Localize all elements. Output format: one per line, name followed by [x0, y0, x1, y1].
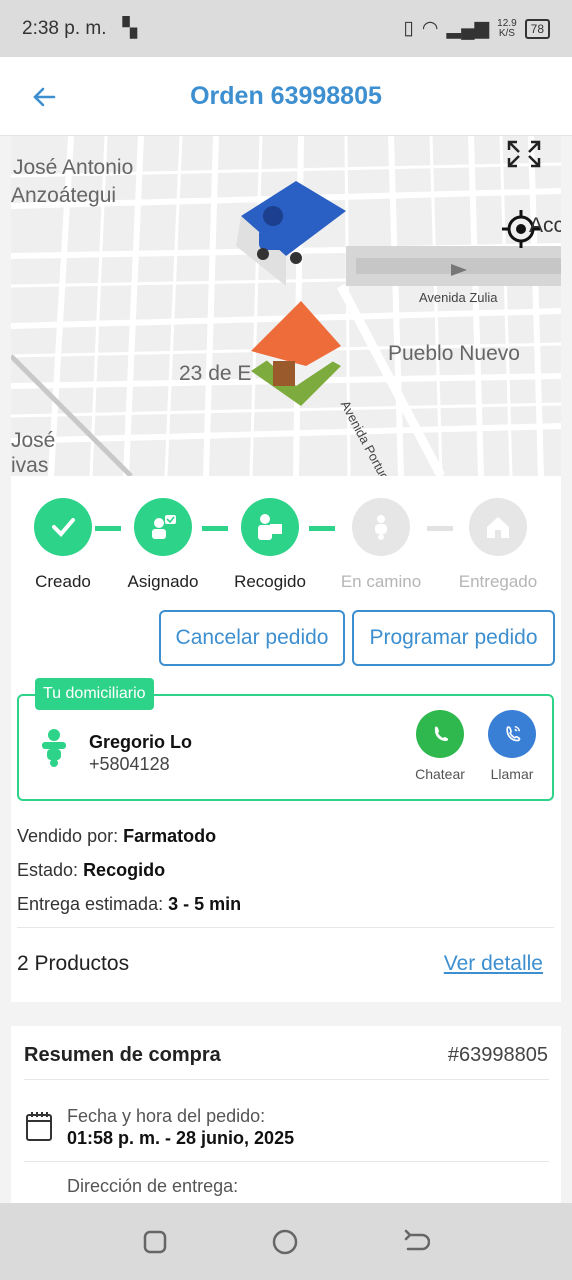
date-value: 01:58 p. m. - 28 junio, 2025 [67, 1128, 295, 1148]
back-nav-icon[interactable] [402, 1229, 431, 1255]
app-header: Orden 63998805 [0, 57, 572, 136]
notification-icon: ▚ [122, 18, 138, 39]
pickup-icon [258, 514, 282, 540]
schedule-order-button[interactable]: Programar pedido [352, 610, 555, 666]
courier-card: Tu domiciliario Gregorio Lo +5804128 Cha… [17, 678, 554, 801]
chat-button[interactable]: Chatear [405, 710, 475, 782]
courier-name: Gregorio Lo [89, 732, 192, 752]
system-nav-bar [0, 1203, 572, 1280]
call-button[interactable]: Llamar [477, 710, 547, 782]
wifi-icon: ◠ [421, 18, 439, 39]
step-delivered: Entregado [443, 498, 553, 592]
calendar-icon [26, 1112, 52, 1141]
address-label: Dirección de entrega: [67, 1176, 239, 1196]
eta-line: Entrega estimada: 3 - 5 min [17, 894, 242, 914]
divider [24, 1079, 549, 1080]
divider [24, 1161, 549, 1162]
step-assigned: Asignado [108, 498, 218, 592]
phone-call-icon [488, 710, 536, 758]
check-icon [52, 518, 75, 537]
status-bar: 2:38 p. m. ▚ ▯ ◠ ▂▄▆ 12.9 K/S 78 [0, 0, 572, 57]
divider [17, 927, 554, 928]
vibrate-icon: ▯ [403, 18, 414, 39]
order-status-card: Creado Asignado Recogido En camino Entre… [11, 476, 561, 1002]
signal-icon: ▂▄▆ [446, 18, 490, 39]
recents-icon[interactable] [142, 1229, 168, 1255]
progress-steps: Creado Asignado Recogido En camino Entre… [11, 498, 561, 598]
map-label: José Antonio [13, 156, 134, 179]
home-nav-icon[interactable] [271, 1228, 299, 1256]
net-speed: 12.9 K/S [497, 17, 517, 39]
view-detail-link[interactable]: Ver detalle [444, 952, 543, 976]
purchase-summary-card: Resumen de compra #63998805 Fecha y hora… [11, 1026, 561, 1216]
tracking-map[interactable]: José Antonio Anzoátegui Avenida Zulia Pu… [11, 136, 561, 476]
courier-tag: Tu domiciliario [35, 678, 154, 710]
scooter-icon [375, 515, 387, 540]
step-on-the-way: En camino [326, 498, 436, 592]
summary-title: Resumen de compra [24, 1044, 221, 1066]
map-label: Pueblo Nuevo [388, 342, 520, 365]
date-label: Fecha y hora del pedido: [67, 1106, 266, 1126]
whatsapp-icon [416, 710, 464, 758]
cancel-order-button[interactable]: Cancelar pedido [159, 610, 345, 666]
map-label: 23 de E [179, 362, 252, 385]
map-label: José [11, 429, 56, 452]
sold-by-line: Vendido por: Farmatodo [17, 826, 217, 846]
courier-scooter-icon [42, 729, 66, 767]
map-label: Avenida Zulia [419, 290, 498, 305]
step-picked-up: Recogido [215, 498, 325, 592]
map-label: ivas [11, 454, 49, 476]
map-label: Acc [529, 214, 561, 237]
summary-order-number: #63998805 [447, 1044, 548, 1066]
state-line: Estado: Recogido [17, 860, 166, 880]
step-created: Creado [8, 498, 118, 592]
battery-icon: 78 [524, 18, 550, 39]
products-count: 2 Productos [17, 952, 130, 975]
status-time: 2:38 p. m. [22, 17, 107, 39]
assign-icon [152, 515, 176, 539]
home-icon [487, 517, 509, 538]
map-label: Anzoátegui [11, 184, 117, 207]
page-title: Orden 63998805 [190, 81, 382, 110]
back-arrow-icon[interactable] [30, 83, 58, 111]
courier-phone: +5804128 [89, 754, 170, 774]
